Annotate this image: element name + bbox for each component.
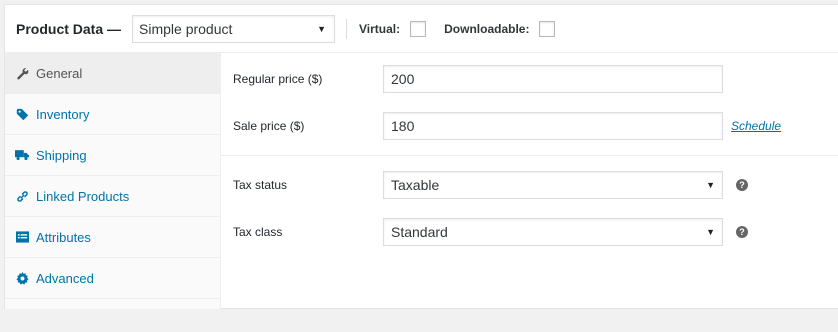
header-divider: [346, 18, 348, 39]
tax-class-select[interactable]: Standard ▼: [383, 218, 723, 246]
tab-linked-products[interactable]: Linked Products: [5, 176, 220, 217]
sale-price-input[interactable]: 180: [383, 112, 723, 140]
tax-group: Tax status Taxable ▼ ? Tax class Standar…: [221, 156, 838, 259]
tax-status-value: Taxable: [391, 177, 440, 193]
downloadable-label: Downloadable:: [444, 21, 530, 36]
wrench-icon: [15, 66, 29, 80]
tab-label: Shipping: [36, 147, 87, 163]
downloadable-checkbox[interactable]: [539, 20, 556, 37]
tab-label: Linked Products: [36, 188, 130, 204]
product-data-header: Product Data — Simple product ▼ Virtual:…: [5, 5, 838, 53]
sale-price-value: 180: [391, 118, 415, 134]
tax-status-label: Tax status: [233, 178, 288, 192]
regular-price-row: Regular price ($) 200: [221, 65, 838, 93]
sale-price-row: Sale price ($) 180 Schedule: [221, 112, 838, 140]
pricing-group: Regular price ($) 200 Sale price ($) 180…: [221, 53, 838, 156]
product-data-tabs: General Inventory Shipping Linked Produc…: [5, 53, 221, 309]
regular-price-input[interactable]: 200: [383, 65, 723, 93]
gear-icon: [15, 271, 29, 285]
tab-shipping[interactable]: Shipping: [5, 135, 220, 176]
list-icon: [15, 230, 29, 244]
product-type-select[interactable]: Simple product ▼: [132, 14, 336, 43]
tab-attributes[interactable]: Attributes: [5, 217, 220, 258]
chevron-down-icon: ▼: [706, 227, 715, 237]
tab-inventory[interactable]: Inventory: [5, 94, 220, 135]
chevron-down-icon: ▼: [317, 23, 327, 34]
tab-label: Advanced: [36, 270, 94, 286]
virtual-label: Virtual:: [359, 21, 401, 36]
tab-label: General: [36, 65, 83, 81]
chevron-down-icon: ▼: [706, 180, 715, 190]
virtual-checkbox[interactable]: [410, 20, 427, 37]
tab-label: Inventory: [36, 106, 90, 122]
truck-icon: [15, 148, 29, 162]
tab-general[interactable]: General: [5, 53, 220, 94]
regular-price-value: 200: [391, 71, 415, 87]
sale-price-label: Sale price ($): [233, 119, 305, 133]
link-icon: [15, 189, 29, 203]
tab-advanced[interactable]: Advanced: [5, 258, 220, 299]
tax-status-select[interactable]: Taxable ▼: [383, 171, 723, 199]
product-type-value: Simple product: [139, 20, 233, 37]
tax-class-label: Tax class: [233, 225, 283, 239]
help-icon[interactable]: ?: [736, 226, 748, 238]
tax-status-row: Tax status Taxable ▼ ?: [221, 171, 838, 199]
regular-price-label: Regular price ($): [233, 72, 323, 86]
tax-class-row: Tax class Standard ▼ ?: [221, 218, 838, 246]
general-options-panel: Regular price ($) 200 Sale price ($) 180…: [221, 53, 838, 309]
help-icon[interactable]: ?: [736, 179, 748, 191]
tax-class-value: Standard: [391, 224, 448, 240]
product-data-title: Product Data —: [16, 20, 122, 37]
tab-label: Attributes: [36, 229, 91, 245]
schedule-link[interactable]: Schedule: [731, 119, 781, 133]
tag-icon: [15, 107, 29, 121]
product-data-panel: Product Data — Simple product ▼ Virtual:…: [4, 4, 838, 309]
